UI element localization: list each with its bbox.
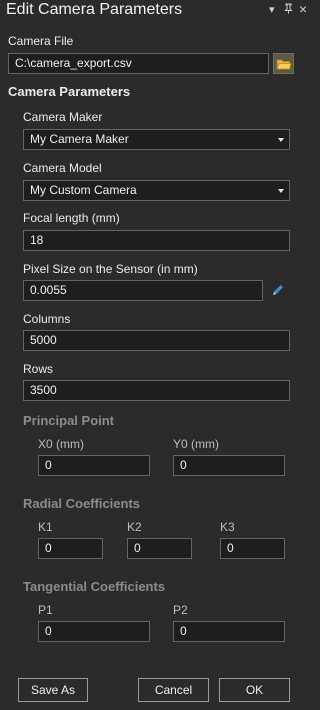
save-as-button[interactable]: Save As [18, 678, 88, 702]
principal-point-heading: Principal Point [23, 413, 115, 428]
rows-label: Rows [23, 362, 54, 376]
k1-input[interactable]: 0 [38, 538, 103, 559]
columns-input[interactable]: 5000 [23, 330, 290, 351]
x0-label: X0 (mm) [38, 437, 84, 451]
browse-folder-button[interactable] [273, 53, 294, 74]
pixel-size-input[interactable]: 0.0055 [23, 280, 263, 301]
p1-label: P1 [38, 603, 53, 617]
pencil-icon [273, 285, 283, 295]
camera-maker-select[interactable]: My Camera Maker [23, 129, 290, 150]
columns-label: Columns [23, 312, 71, 326]
pin-glyph [284, 3, 293, 14]
focal-length-input[interactable]: 18 [23, 230, 290, 251]
camera-model-select[interactable]: My Custom Camera [23, 180, 290, 201]
rows-input[interactable]: 3500 [23, 380, 290, 401]
radial-coefficients-heading: Radial Coefficients [23, 496, 141, 511]
y0-label: Y0 (mm) [173, 437, 219, 451]
k3-label: K3 [220, 520, 235, 534]
k3-input[interactable]: 0 [220, 538, 285, 559]
k1-label: K1 [38, 520, 53, 534]
pin-icon[interactable] [284, 3, 293, 17]
folder-icon [276, 59, 292, 70]
p2-label: P2 [173, 603, 188, 617]
camera-parameters-heading: Camera Parameters [8, 84, 131, 99]
k2-input[interactable]: 0 [127, 538, 192, 559]
camera-model-label: Camera Model [23, 161, 102, 175]
pixel-size-label: Pixel Size on the Sensor (in mm) [23, 262, 198, 276]
panel-menu-icon[interactable]: ▾ [269, 3, 275, 16]
cancel-button[interactable]: Cancel [138, 678, 209, 702]
close-icon[interactable]: × [299, 1, 307, 17]
camera-file-input[interactable]: C:\camera_export.csv [8, 53, 269, 74]
edit-pencil-button[interactable] [271, 283, 285, 300]
focal-length-label: Focal length (mm) [23, 211, 120, 225]
x0-input[interactable]: 0 [38, 455, 150, 476]
ok-button[interactable]: OK [219, 678, 290, 702]
camera-maker-value: My Camera Maker [30, 132, 129, 146]
camera-file-label: Camera File [8, 34, 74, 48]
y0-input[interactable]: 0 [173, 455, 285, 476]
k2-label: K2 [127, 520, 142, 534]
chevron-down-icon [278, 189, 284, 193]
tangential-coefficients-heading: Tangential Coefficients [23, 579, 166, 594]
panel-title: Edit Camera Parameters [6, 1, 183, 18]
camera-maker-label: Camera Maker [23, 110, 103, 124]
chevron-down-icon [278, 138, 284, 142]
p1-input[interactable]: 0 [38, 621, 150, 642]
camera-model-value: My Custom Camera [30, 183, 137, 197]
p2-input[interactable]: 0 [173, 621, 285, 642]
